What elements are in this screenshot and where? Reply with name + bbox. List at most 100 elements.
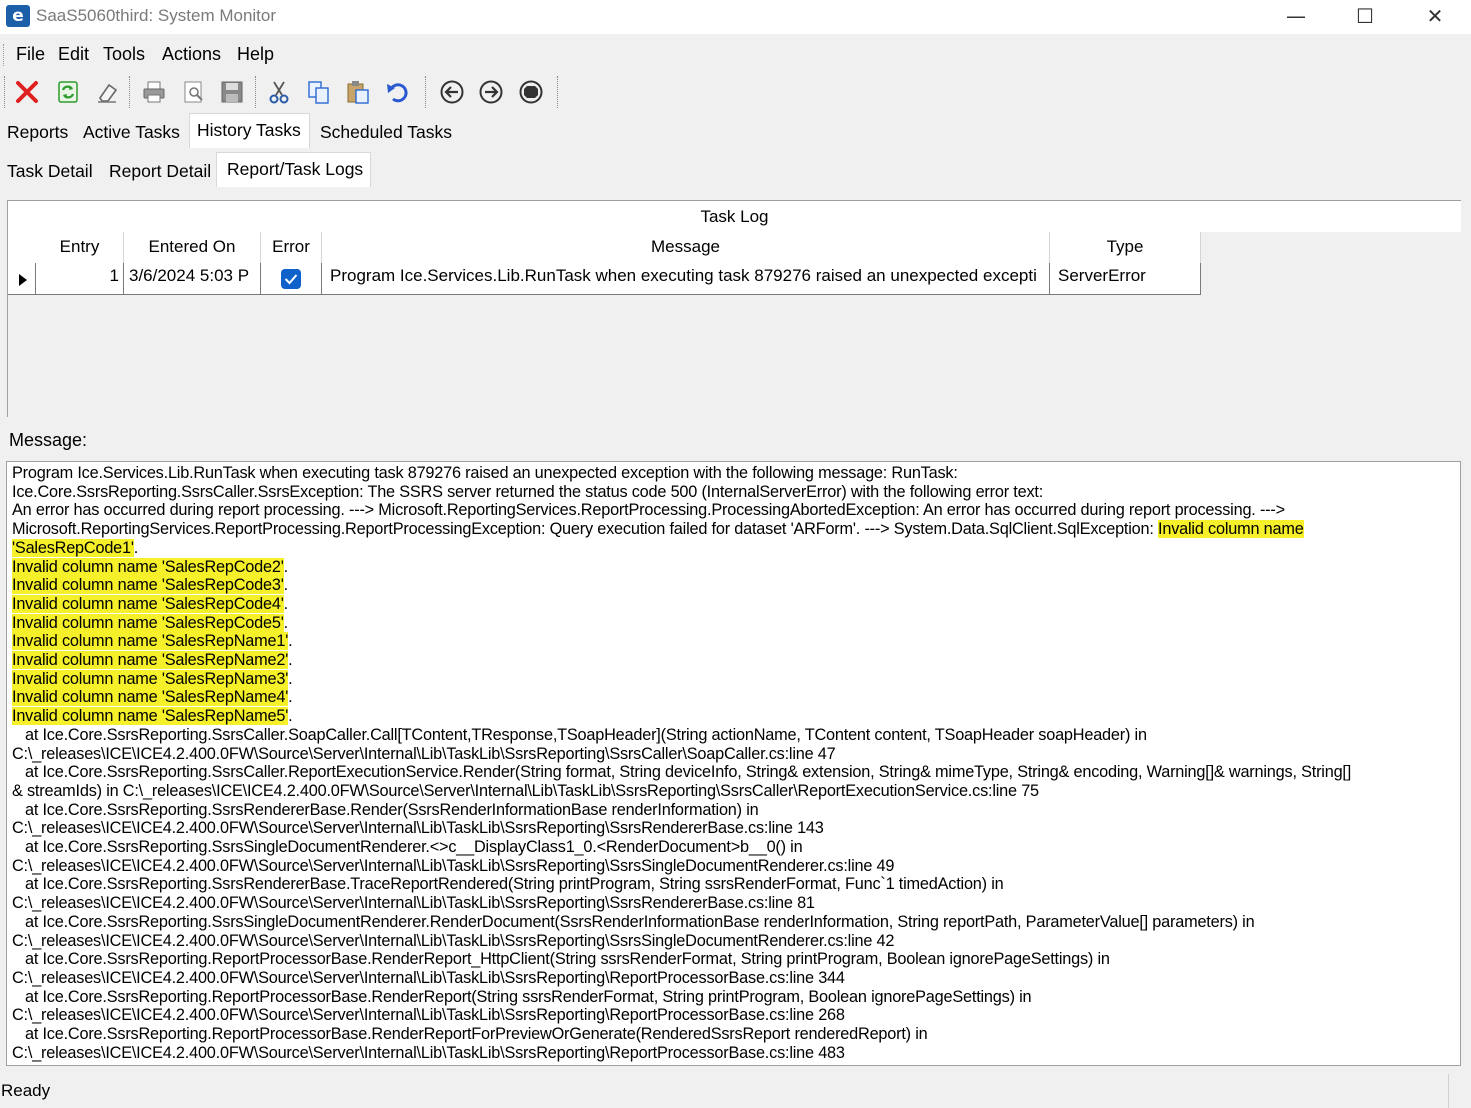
message-line: Invalid column name 'SalesRepName5'. <box>12 707 1455 726</box>
tab-scheduled-tasks[interactable]: Scheduled Tasks <box>313 116 460 148</box>
menu-edit[interactable]: Edit <box>58 44 89 65</box>
highlighted-error: Invalid column name <box>1158 520 1304 539</box>
message-line-text: . <box>283 613 289 632</box>
stack-trace-line: C:\_releases\ICE\ICE4.2.400.0FW\Source\S… <box>12 856 895 875</box>
message-line-text: . <box>283 557 289 576</box>
message-line-text: . <box>288 707 293 726</box>
sub-tab-strip: Task Detail Report Detail Report/Task Lo… <box>0 152 380 187</box>
cell-entered-on[interactable]: 3/6/2024 5:03 P <box>124 263 261 294</box>
stack-trace-line: at Ice.Core.SsrsReporting.SsrsSingleDocu… <box>12 838 803 857</box>
error-checkbox[interactable] <box>281 269 301 289</box>
toolbar <box>0 72 565 112</box>
back-icon[interactable] <box>436 74 468 110</box>
cell-error[interactable] <box>261 263 322 294</box>
close-button[interactable]: ✕ <box>1400 0 1470 32</box>
column-header-entered-on[interactable]: Entered On <box>124 232 261 263</box>
tab-active-tasks[interactable]: Active Tasks <box>76 116 188 148</box>
message-line-text: . <box>283 576 289 595</box>
cut-icon[interactable] <box>263 74 295 110</box>
highlighted-error: Invalid column name 'SalesRepCode2' <box>12 557 284 576</box>
menu-grip <box>3 44 6 66</box>
print-icon[interactable] <box>138 74 170 110</box>
clear-icon[interactable] <box>91 74 123 110</box>
status-text: Ready <box>1 1081 51 1100</box>
message-line: Microsoft.ReportingServices.ReportProces… <box>12 520 1455 539</box>
message-line-text: . <box>288 651 293 670</box>
save-icon[interactable] <box>216 74 248 110</box>
cell-type[interactable]: ServerError <box>1050 263 1201 294</box>
tab-history-tasks[interactable]: History Tasks <box>189 113 310 148</box>
toolbar-grip <box>4 76 5 108</box>
task-log-grid: Task Log Entry Entered On Error Message … <box>7 200 1461 417</box>
message-line-text: . <box>133 538 139 557</box>
menu-actions[interactable]: Actions <box>162 44 221 65</box>
highlighted-error: Invalid column name 'SalesRepCode5' <box>12 613 284 632</box>
highlighted-error: Invalid column name 'SalesRepName5' <box>12 707 289 726</box>
copy-icon[interactable] <box>303 74 335 110</box>
highlighted-error: Invalid column name 'SalesRepCode3' <box>12 576 284 595</box>
cell-message[interactable]: Program Ice.Services.Lib.RunTask when ex… <box>322 263 1050 294</box>
tab-report-detail[interactable]: Report Detail <box>102 155 219 187</box>
column-header-error[interactable]: Error <box>261 232 322 263</box>
maximize-button[interactable]: ☐ <box>1330 0 1400 32</box>
row-indicator-icon <box>19 274 27 286</box>
message-line: Invalid column name 'SalesRepName4'. <box>12 688 1455 707</box>
message-line: An error has occurred during report proc… <box>12 501 1285 520</box>
stack-trace-line: & streamIds) in C:\_releases\ICE\ICE4.2.… <box>12 781 1039 800</box>
toolbar-grip-end <box>557 76 558 108</box>
tab-reports[interactable]: Reports <box>0 116 76 148</box>
delete-icon[interactable] <box>11 74 43 110</box>
message-line: Invalid column name 'SalesRepName2'. <box>12 651 1455 670</box>
grid-caption: Task Log <box>8 201 1461 232</box>
menu-bar: File Edit Tools Actions Help <box>0 40 1471 70</box>
column-header-entry[interactable]: Entry <box>36 232 124 263</box>
message-line: Invalid column name 'SalesRepCode2'. <box>12 557 1455 577</box>
forward-icon[interactable] <box>475 74 507 110</box>
highlighted-error: 'SalesRepCode1' <box>12 538 134 557</box>
stack-trace-line: at Ice.Core.SsrsReporting.SsrsSingleDocu… <box>12 912 1255 931</box>
stack-trace-line: at Ice.Core.SsrsReporting.SsrsCaller.Rep… <box>12 763 1352 782</box>
stack-trace-line: at Ice.Core.SsrsReporting.ReportProcesso… <box>12 1025 928 1044</box>
paste-icon[interactable] <box>342 74 374 110</box>
minimize-button[interactable]: — <box>1261 0 1331 32</box>
message-label: Message: <box>9 430 88 450</box>
checkmark-icon <box>284 274 298 285</box>
stack-trace-line: at Ice.Core.SsrsReporting.ReportProcesso… <box>12 950 1110 969</box>
stack-trace-line: at Ice.Core.SsrsReporting.SsrsRendererBa… <box>12 875 1004 894</box>
highlighted-error: Invalid column name 'SalesRepName4' <box>12 688 289 707</box>
menu-help[interactable]: Help <box>237 44 274 65</box>
stop-icon[interactable] <box>515 74 547 110</box>
row-selector[interactable] <box>8 263 36 294</box>
message-line: Invalid column name 'SalesRepName1'. <box>12 632 1455 651</box>
message-line: Program Ice.Services.Lib.RunTask when ex… <box>12 464 958 482</box>
stack-trace-line: C:\_releases\ICE\ICE4.2.400.0FW\Source\S… <box>12 894 815 913</box>
stack-trace-line: at Ice.Core.SsrsReporting.SsrsCaller.Soa… <box>12 725 1147 744</box>
print-preview-icon[interactable] <box>178 74 210 110</box>
table-row[interactable]: 1 3/6/2024 5:03 P Program Ice.Services.L… <box>8 263 1201 295</box>
column-header-message[interactable]: Message <box>322 232 1050 263</box>
stack-trace-line: C:\_releases\ICE\ICE4.2.400.0FW\Source\S… <box>12 819 824 838</box>
highlighted-error: Invalid column name 'SalesRepName1' <box>12 632 289 651</box>
stack-trace-line: C:\_releases\ICE\ICE4.2.400.0FW\Source\S… <box>12 1006 845 1025</box>
undo-icon[interactable] <box>381 74 413 110</box>
menu-tools[interactable]: Tools <box>103 44 145 65</box>
message-line: Ice.Core.SsrsReporting.SsrsCaller.SsrsEx… <box>12 482 1044 501</box>
tab-report-task-logs[interactable]: Report/Task Logs <box>216 152 371 187</box>
stack-trace-line: at Ice.Core.SsrsReporting.SsrsRendererBa… <box>12 800 759 819</box>
cell-entry[interactable]: 1 <box>36 263 124 294</box>
toolbar-separator <box>129 76 130 108</box>
stack-trace-line: C:\_releases\ICE\ICE4.2.400.0FW\Source\S… <box>12 1043 845 1062</box>
message-line: Invalid column name 'SalesRepName3'. <box>12 669 1455 689</box>
stack-trace-line: at Ice.Core.SsrsReporting.ReportProcesso… <box>12 987 1032 1006</box>
highlighted-error: Invalid column name 'SalesRepCode4' <box>12 594 284 613</box>
message-line: Invalid column name 'SalesRepCode5'. <box>12 613 1455 633</box>
menu-file[interactable]: File <box>16 44 45 65</box>
tab-task-detail[interactable]: Task Detail <box>0 155 101 187</box>
message-textbox[interactable]: Program Ice.Services.Lib.RunTask when ex… <box>6 461 1461 1066</box>
column-header-type[interactable]: Type <box>1050 232 1201 263</box>
refresh-icon[interactable] <box>52 74 84 110</box>
message-line-text: . <box>288 632 293 651</box>
app-logo-icon: e <box>6 5 30 27</box>
highlighted-error: Invalid column name 'SalesRepName2' <box>12 651 289 670</box>
message-line: Invalid column name 'SalesRepCode4'. <box>12 594 1455 614</box>
